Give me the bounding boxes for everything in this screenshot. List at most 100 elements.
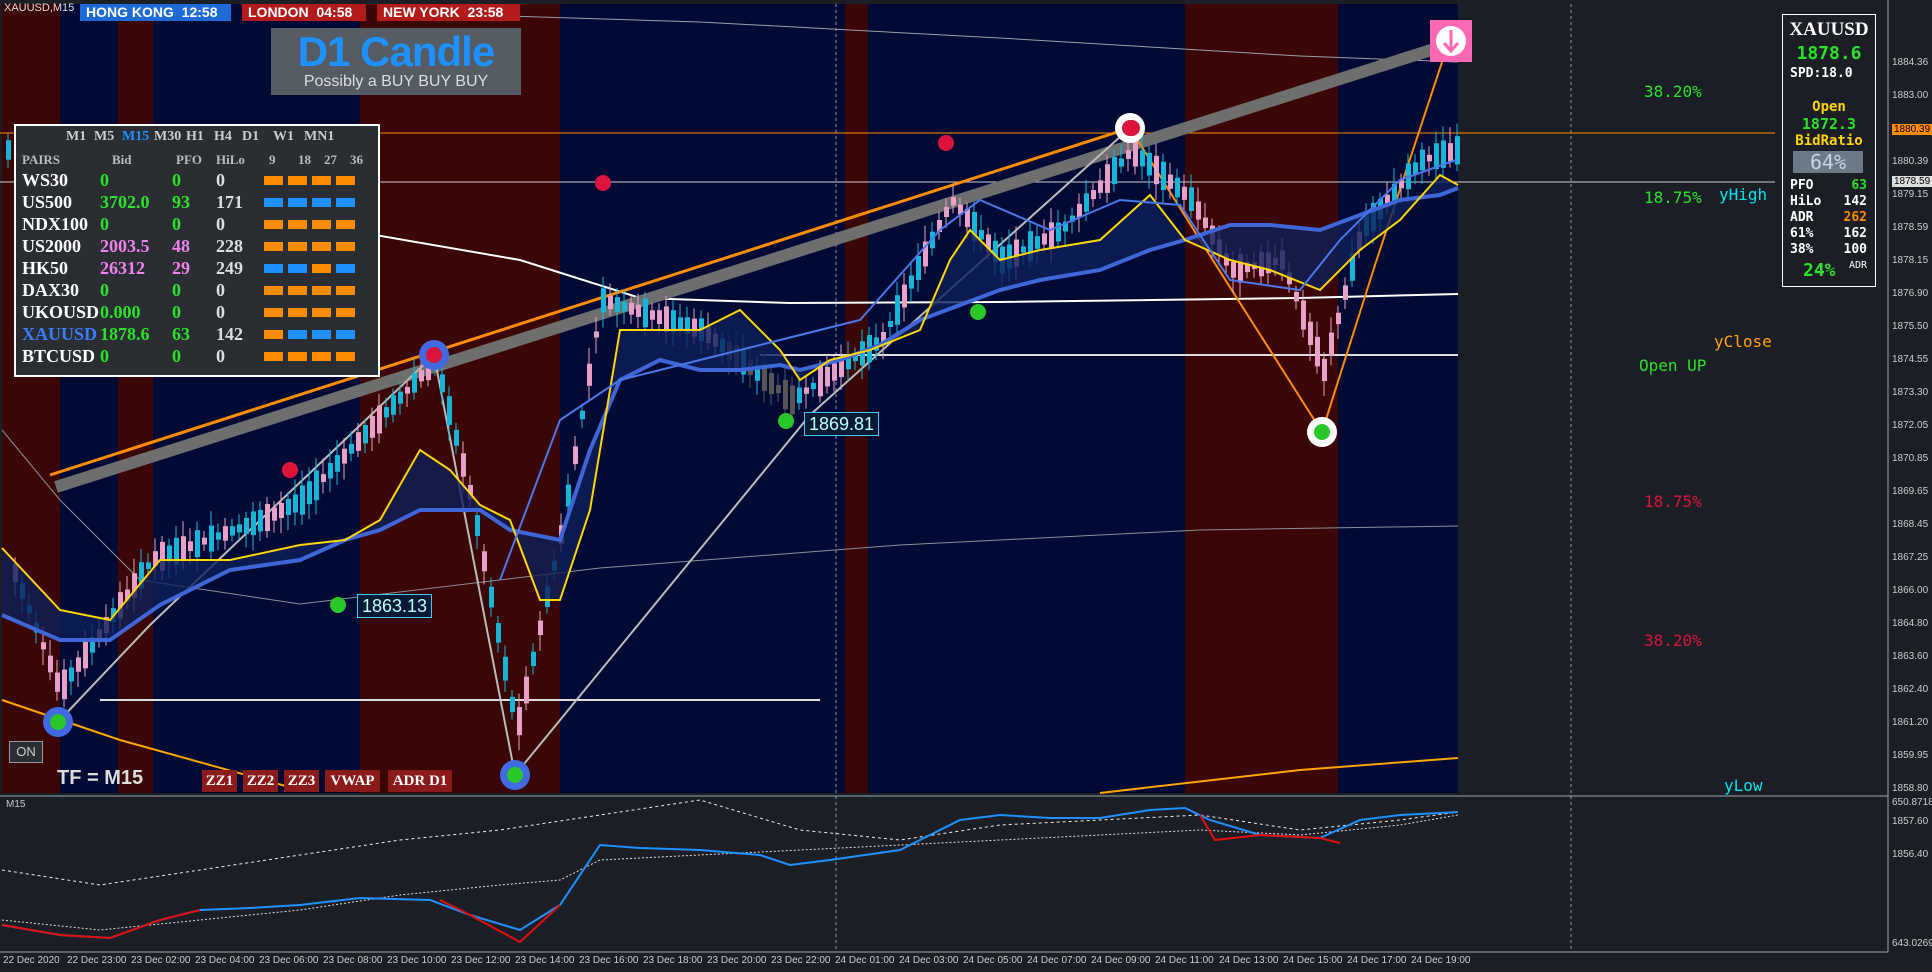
timeframe-mn1[interactable]: MN1 <box>304 129 334 145</box>
pair-bid: 3702.0 <box>100 192 150 212</box>
candle <box>1133 138 1138 167</box>
trend-bar-orange <box>312 308 331 317</box>
time-tick: 23 Dec 14:00 <box>515 955 575 966</box>
trend-bar-orange <box>336 308 355 317</box>
info-adr-tag: ADR <box>1849 260 1868 271</box>
pair-hilo: 0 <box>216 280 225 300</box>
timeframe-h1[interactable]: H1 <box>186 129 204 145</box>
price-label-1863: 1863.13 <box>357 594 433 618</box>
candle <box>1105 164 1110 193</box>
candle <box>1308 321 1313 346</box>
trend-bar-blue <box>288 264 307 273</box>
trend-bar-orange <box>264 176 283 185</box>
candle <box>650 310 655 320</box>
candle <box>678 317 683 330</box>
on-toggle-button[interactable]: ON <box>9 741 43 763</box>
info-open-label: Open <box>1812 99 1846 115</box>
info-stat-value: 262 <box>1843 210 1867 225</box>
candle <box>1035 236 1040 249</box>
zz2-button[interactable]: ZZ2 <box>243 770 278 792</box>
pair-name: NDX100 <box>22 214 88 234</box>
candle <box>216 532 221 540</box>
candle <box>482 551 487 572</box>
banner-title: D1 Candle <box>297 28 495 75</box>
candle <box>657 310 662 325</box>
price-tick: 1857.60 <box>1892 816 1929 827</box>
candle <box>286 498 291 516</box>
candle <box>622 301 627 312</box>
pair-pfo: 93 <box>172 192 190 212</box>
pair-row-ndx100: NDX100 0 0 0 <box>16 214 376 236</box>
zz3-button[interactable]: ZZ3 <box>284 770 319 792</box>
current-price-tag: 1880.39 <box>1892 124 1932 135</box>
price-tick: 1858.80 <box>1892 783 1929 794</box>
timeframe-m1[interactable]: M1 <box>66 129 86 145</box>
candle <box>909 275 914 289</box>
zz1-button[interactable]: ZZ1 <box>202 770 237 792</box>
info-stat-value: 162 <box>1843 226 1867 241</box>
candle <box>524 676 529 704</box>
candle <box>1154 155 1159 185</box>
price-tick: 1870.85 <box>1892 453 1929 464</box>
candle <box>356 432 361 451</box>
pair-hilo: 0 <box>216 302 225 322</box>
trend-bar-orange <box>288 242 307 251</box>
candle <box>1091 190 1096 200</box>
candle <box>797 387 802 404</box>
candle <box>202 537 207 545</box>
price-tick: 1878.15 <box>1892 255 1929 266</box>
candle <box>1343 285 1348 300</box>
info-spread: SPD:18.0 <box>1790 66 1853 81</box>
time-tick: 23 Dec 10:00 <box>387 955 447 966</box>
header-hilo: HiLo <box>216 152 245 167</box>
header-pairs: PAIRS <box>22 152 61 167</box>
time-tick: 24 Dec 09:00 <box>1091 955 1151 966</box>
candle <box>517 707 522 736</box>
price-tick: 1876.90 <box>1892 288 1929 299</box>
candle <box>1168 174 1173 189</box>
price-tick: 1867.25 <box>1892 552 1929 563</box>
fractal-low <box>330 597 346 613</box>
candle <box>1427 154 1432 162</box>
candle <box>804 387 809 394</box>
timeframe-h4[interactable]: H4 <box>214 129 232 145</box>
sub-window-bottom-value: 643.0269 <box>1892 938 1932 949</box>
timeframe-m15[interactable]: M15 <box>122 129 149 145</box>
timeframe-w1[interactable]: W1 <box>273 129 294 145</box>
pair-pfo: 0 <box>172 214 181 234</box>
price-tick: 1883.00 <box>1892 90 1929 101</box>
pair-bid: 0.000 <box>100 302 141 322</box>
clock-label: HONG KONG <box>86 4 174 20</box>
candle <box>223 526 228 541</box>
time-tick: 24 Dec 05:00 <box>963 955 1023 966</box>
trend-bar-orange <box>264 242 283 251</box>
candle <box>1126 150 1131 159</box>
fib-label: yLow <box>1724 776 1763 795</box>
time-tick: 23 Dec 08:00 <box>323 955 383 966</box>
fractal-high <box>282 462 298 478</box>
candle <box>1182 186 1187 200</box>
trend-bar-orange <box>312 352 331 361</box>
timeframe-m30[interactable]: M30 <box>154 129 181 145</box>
price-tick: 1884.36 <box>1892 57 1929 68</box>
candle <box>825 366 830 387</box>
candle <box>643 298 648 328</box>
fib-label: 38.20% <box>1644 631 1702 650</box>
info-bidratio-label: BidRatio <box>1795 133 1863 149</box>
candle <box>1140 150 1145 167</box>
time-tick: 24 Dec 11:00 <box>1155 955 1214 966</box>
info-stat-label: ADR <box>1790 210 1814 225</box>
trading-terminal: XAUUSD,M15 HONG KONG 12:58 LONDON 04:58 … <box>0 0 1932 972</box>
candle <box>1329 332 1334 356</box>
timeframe-m5[interactable]: M5 <box>94 129 114 145</box>
candle <box>370 415 375 438</box>
candle <box>587 363 592 386</box>
price-tick: 1880.39 <box>1892 156 1929 167</box>
pair-name: WS30 <box>22 170 69 190</box>
timeframe-d1[interactable]: D1 <box>242 129 259 145</box>
candle <box>1021 246 1026 253</box>
sell-zone-1 <box>118 4 153 793</box>
vwap-button[interactable]: VWAP <box>325 770 380 792</box>
price-tick: 1875.50 <box>1892 321 1929 332</box>
adr-d1-button[interactable]: ADR D1 <box>388 770 452 792</box>
